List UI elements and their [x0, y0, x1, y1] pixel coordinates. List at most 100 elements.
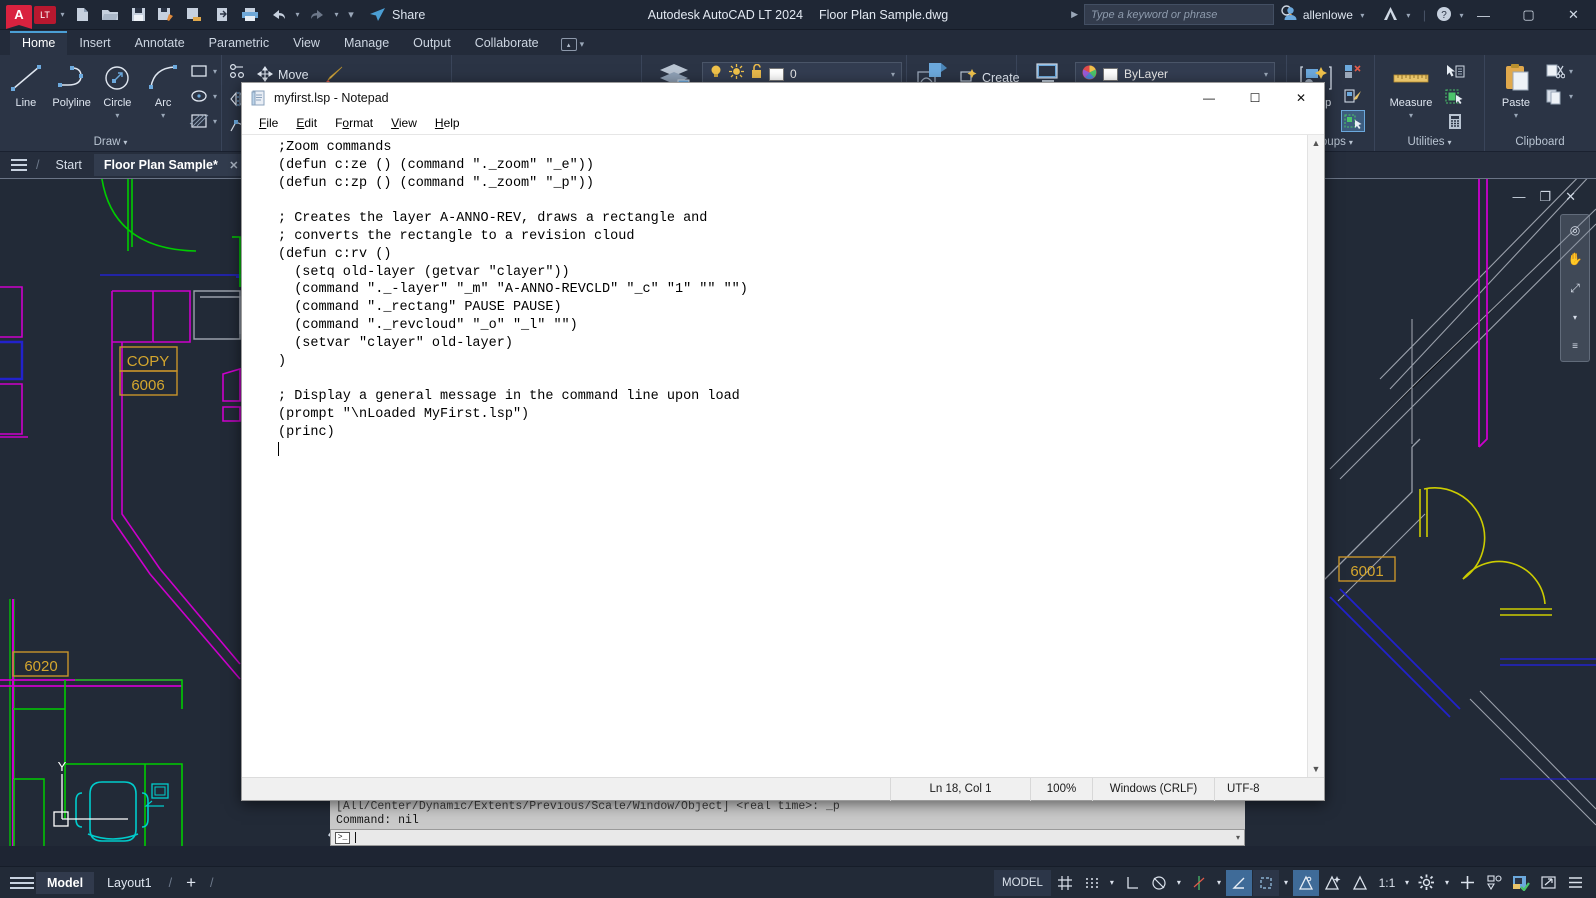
ribbon-tab-home[interactable]: Home — [10, 31, 68, 55]
maximize-button[interactable]: ▢ — [1506, 0, 1551, 30]
ribbon-tab-annotate[interactable]: Annotate — [123, 33, 197, 55]
autodesk-app-icon[interactable] — [1382, 6, 1399, 24]
tool-polyline[interactable]: Polyline — [50, 58, 94, 109]
snap-dropdown-icon[interactable]: ▾ — [1106, 870, 1118, 896]
paste-dropdown-icon[interactable]: ▾ — [1514, 111, 1518, 120]
zoom-extents-icon[interactable]: ⤢ — [1564, 277, 1586, 299]
autodesk-logo-icon[interactable]: A — [6, 4, 32, 29]
qat-customize-icon[interactable]: ▾ — [343, 3, 359, 27]
add-layout-button[interactable]: + — [178, 873, 204, 893]
search-input[interactable]: Type a keyword or phrase — [1084, 4, 1274, 25]
ellipse-dropdown-icon[interactable]: ▾ — [213, 92, 217, 101]
account-dropdown-icon[interactable]: ▾ — [1358, 3, 1367, 27]
navbar-more-icon[interactable]: ▾ — [1564, 306, 1586, 328]
notepad-maximize-button[interactable]: ☐ — [1232, 83, 1278, 112]
ellipse-icon[interactable] — [187, 85, 211, 107]
annotation-scale-value[interactable]: 1:1 — [1374, 870, 1400, 896]
panel-utilities-title[interactable]: Utilities ▾ — [1379, 136, 1480, 151]
autoscale-icon[interactable] — [1320, 870, 1346, 896]
steering-wheel-icon[interactable]: ◎ — [1564, 219, 1586, 241]
workspace-dropdown-icon[interactable]: ▾ — [1441, 870, 1453, 896]
redo-arrow-icon[interactable] — [304, 3, 330, 27]
rectangle-dropdown-icon[interactable]: ▾ — [213, 67, 217, 76]
tool-line[interactable]: Line — [4, 58, 48, 109]
printer-icon[interactable] — [237, 3, 263, 27]
close-button[interactable]: ✕ — [1551, 0, 1596, 30]
gear-icon[interactable] — [1414, 870, 1440, 896]
polar-dropdown-icon[interactable]: ▾ — [1173, 870, 1185, 896]
share-button[interactable]: Share — [369, 7, 425, 22]
save-as-icon[interactable] — [153, 3, 179, 27]
hamburger-icon[interactable] — [1562, 870, 1588, 896]
layout-tab-layout1[interactable]: Layout1 — [96, 872, 162, 894]
osnap-track-icon[interactable] — [1186, 870, 1212, 896]
anno-visibility-icon[interactable] — [1292, 869, 1319, 896]
cut-dropdown-icon[interactable]: ▾ — [1569, 67, 1573, 76]
tool-measure[interactable]: Measure ▾ — [1382, 58, 1440, 120]
menu-file[interactable]: File — [250, 114, 287, 132]
tool-circle[interactable]: Circle ▾ — [96, 58, 140, 120]
sun-icon[interactable] — [729, 64, 744, 84]
plus-icon[interactable] — [1454, 870, 1480, 896]
ribbon-tab-parametric[interactable]: Parametric — [197, 33, 281, 55]
lineweight-icon[interactable] — [1252, 869, 1279, 896]
anno-scale-icon[interactable] — [1347, 870, 1373, 896]
scissors-icon[interactable] — [1543, 60, 1567, 82]
menu-edit[interactable]: Edit — [287, 114, 326, 132]
grid-icon[interactable] — [1052, 870, 1078, 896]
layer-dropdown-icon[interactable]: ▾ — [891, 70, 895, 79]
ortho-icon[interactable] — [1119, 870, 1145, 896]
fullscreen-icon[interactable] — [1535, 870, 1561, 896]
ribbon-tab-collaborate[interactable]: Collaborate — [463, 33, 551, 55]
scroll-up-icon[interactable]: ▲ — [1312, 135, 1321, 151]
copy-icon[interactable] — [226, 60, 250, 82]
infocenter-expander-icon[interactable]: ▶ — [1071, 9, 1078, 20]
notepad-text-area[interactable]: ;Zoom commands (defun c:ze () (command "… — [242, 135, 1307, 777]
notepad-scrollbar[interactable]: ▲ ▼ — [1307, 135, 1324, 777]
polar-icon[interactable] — [1146, 870, 1172, 896]
menu-help[interactable]: Help — [426, 114, 469, 132]
ribbon-tab-insert[interactable]: Insert — [67, 33, 122, 55]
zoom-level[interactable]: 100% — [1030, 777, 1092, 801]
measure-dropdown-icon[interactable]: ▾ — [1409, 111, 1413, 120]
arc-dropdown-icon[interactable]: ▾ — [161, 111, 165, 120]
navbar-menu-icon[interactable]: ≡ — [1564, 335, 1586, 357]
restore-viewport-icon[interactable]: ❐ — [1539, 189, 1551, 205]
ribbon-tab-view[interactable]: View — [281, 33, 332, 55]
group-selection-icon[interactable] — [1341, 110, 1365, 132]
scale-dropdown-icon[interactable]: ▾ — [1401, 870, 1413, 896]
notepad-close-button[interactable]: ✕ — [1278, 83, 1324, 112]
select-similar-icon[interactable] — [1443, 85, 1467, 107]
space-mode-button[interactable]: MODEL — [994, 869, 1051, 896]
copy-clip-icon[interactable] — [1543, 85, 1567, 107]
angle-icon[interactable] — [1225, 869, 1252, 896]
menu-format[interactable]: Format — [326, 114, 382, 132]
quick-select-icon[interactable] — [1443, 60, 1467, 82]
ungroup-icon[interactable] — [1341, 60, 1365, 82]
plot-preview-icon[interactable] — [181, 3, 207, 27]
circle-dropdown-icon[interactable]: ▾ — [115, 111, 119, 120]
minimize-button[interactable]: — — [1461, 0, 1506, 30]
help-icon[interactable]: ? — [1436, 6, 1452, 25]
hatch-icon[interactable] — [187, 110, 211, 132]
isolate-icon[interactable] — [1481, 870, 1507, 896]
command-history-expand-icon[interactable]: ▾ — [1236, 833, 1240, 842]
unlock-icon[interactable] — [750, 63, 763, 84]
lightbulb-icon[interactable] — [709, 64, 723, 84]
rectangle-icon[interactable] — [187, 60, 211, 82]
copy-dropdown-icon[interactable]: ▾ — [1569, 92, 1573, 101]
close-viewport-icon[interactable]: ✕ — [1565, 189, 1576, 205]
notepad-minimize-button[interactable]: — — [1186, 83, 1232, 112]
panel-draw-title[interactable]: Draw ▾ — [4, 136, 217, 151]
notepad-window[interactable]: myfirst.lsp - Notepad — ☐ ✕ File Edit Fo… — [241, 82, 1325, 801]
redo-dropdown-icon[interactable]: ▾ — [332, 3, 341, 27]
menu-view[interactable]: View — [382, 114, 426, 132]
panel-clipboard-title[interactable]: Clipboard — [1489, 136, 1591, 151]
layout-tab-model[interactable]: Model — [36, 871, 95, 894]
encoding[interactable]: UTF-8 — [1214, 777, 1324, 801]
group-edit-icon[interactable] — [1341, 85, 1365, 107]
save-icon[interactable] — [125, 3, 151, 27]
undo-arrow-icon[interactable] — [265, 3, 291, 27]
pan-hand-icon[interactable]: ✋ — [1564, 248, 1586, 270]
undo-dropdown-icon[interactable]: ▾ — [293, 3, 302, 27]
